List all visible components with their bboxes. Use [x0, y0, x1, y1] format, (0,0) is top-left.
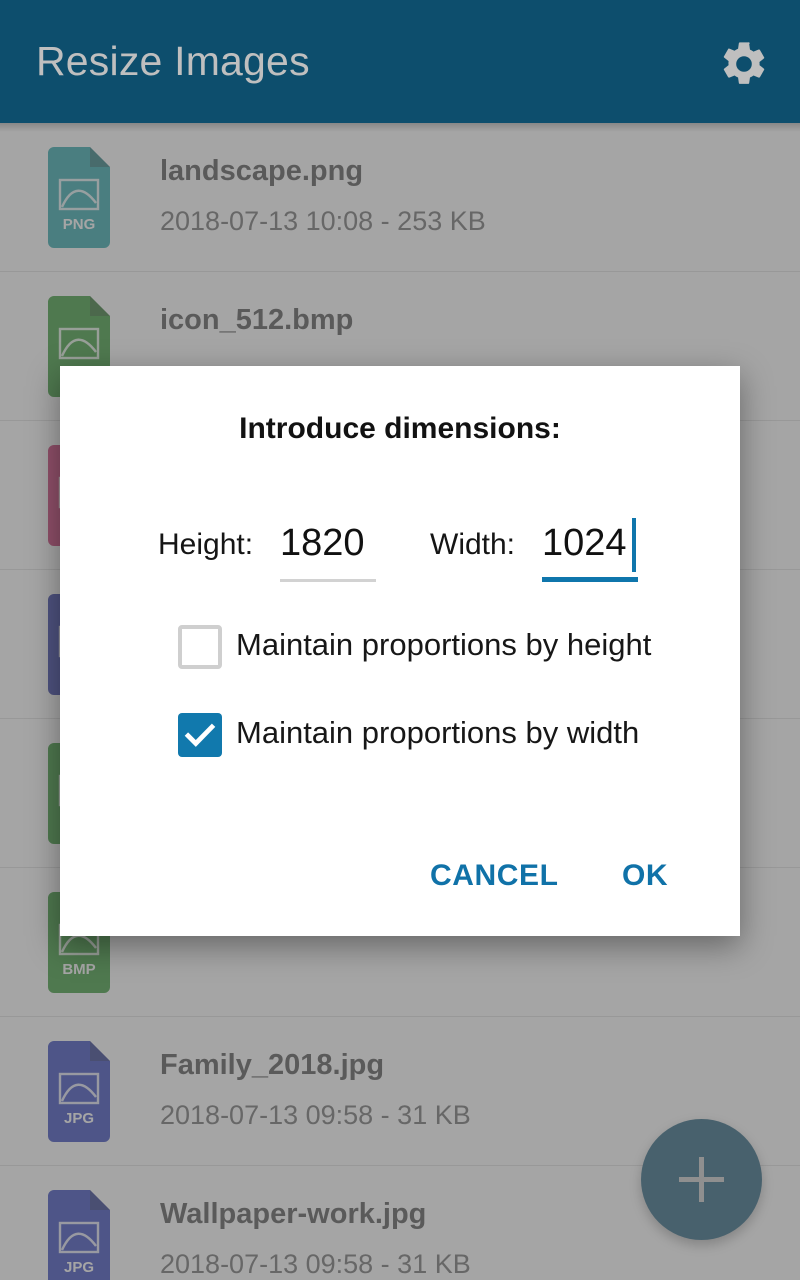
- checkbox-label-height: Maintain proportions by height: [236, 627, 652, 662]
- checkbox-unchecked-icon[interactable]: [178, 625, 222, 669]
- width-value: 1024: [542, 522, 627, 564]
- checkbox-checked-icon[interactable]: [178, 713, 222, 757]
- gear-icon[interactable]: [718, 38, 770, 90]
- width-underline: [542, 577, 638, 582]
- height-label: Height:: [158, 528, 254, 561]
- dialog-title: Introduce dimensions:: [239, 412, 561, 445]
- app-bar: Resize Images: [0, 0, 800, 123]
- ok-button[interactable]: OK: [622, 846, 668, 906]
- cancel-button[interactable]: CANCEL: [430, 846, 559, 906]
- width-label: Width:: [430, 528, 516, 561]
- app-screen: PNGlandscape.png2018-07-13 10:08 - 253 K…: [0, 0, 800, 1280]
- gear-icon-svg: [723, 42, 765, 84]
- height-input[interactable]: 1820: [280, 516, 376, 582]
- resize-dialog: Introduce dimensions: Height: 1820 Width…: [60, 366, 740, 936]
- dialog-actions: CANCEL OK: [60, 846, 740, 906]
- checkbox-label-width: Maintain proportions by width: [236, 715, 640, 750]
- width-input[interactable]: 1024: [542, 516, 638, 582]
- page-title: Resize Images: [36, 38, 310, 84]
- check-icon: [184, 723, 216, 747]
- dimension-fields: Height: 1820 Width: 1024: [60, 516, 740, 596]
- text-cursor: [632, 518, 636, 572]
- height-value: 1820: [280, 522, 365, 564]
- height-underline: [280, 579, 376, 582]
